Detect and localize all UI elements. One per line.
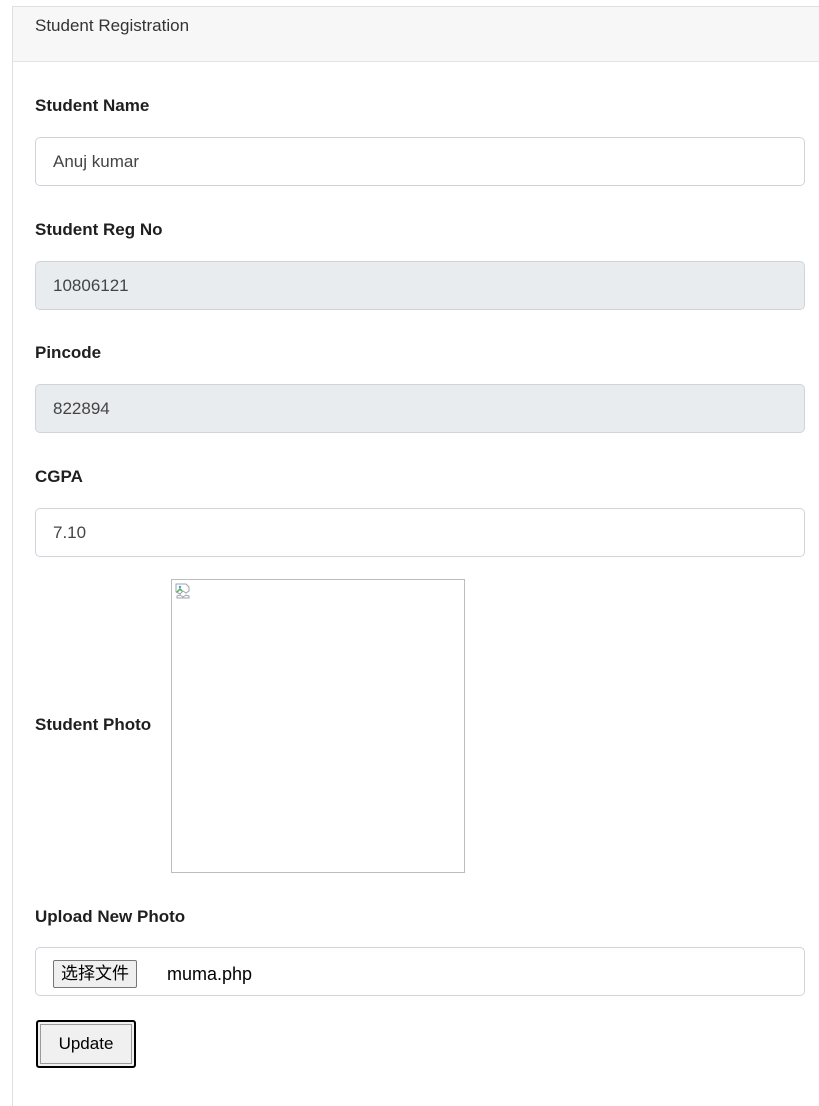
student-name-input[interactable] — [35, 137, 805, 186]
selected-file-name: muma.php — [167, 964, 253, 984]
photo-file-input[interactable]: 选择文件 muma.php — [35, 947, 805, 996]
cgpa-input[interactable] — [35, 508, 805, 557]
reg-no-input[interactable] — [35, 261, 805, 310]
cgpa-label: CGPA — [35, 467, 83, 486]
card-title: Student Registration — [35, 16, 190, 35]
pincode-input[interactable] — [35, 384, 805, 433]
student-name-label: Student Name — [35, 96, 150, 115]
update-button[interactable]: Update — [36, 1020, 136, 1068]
choose-file-button[interactable]: 选择文件 — [53, 960, 137, 988]
student-photo-image — [171, 579, 465, 873]
broken-image-icon — [175, 583, 190, 599]
card-header: Student Registration — [13, 7, 819, 62]
reg-no-label: Student Reg No — [35, 220, 163, 239]
student-photo-label: Student Photo — [35, 715, 152, 734]
upload-photo-label: Upload New Photo — [35, 907, 186, 926]
pincode-label: Pincode — [35, 343, 102, 362]
